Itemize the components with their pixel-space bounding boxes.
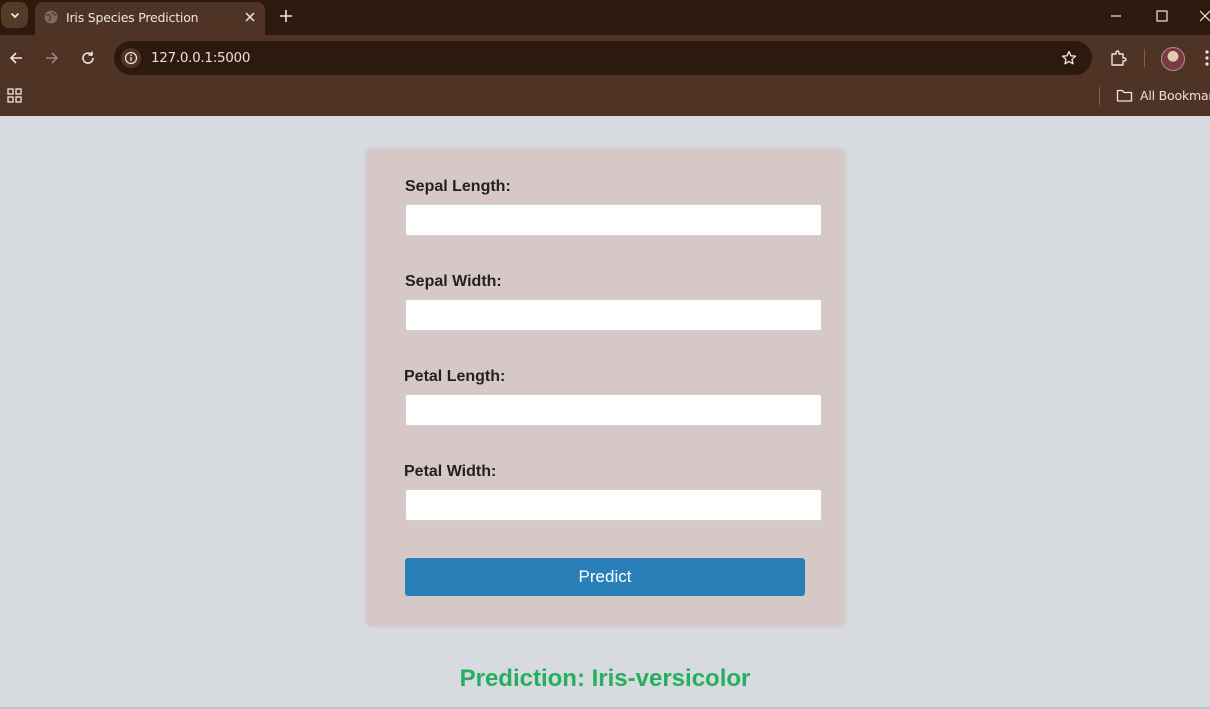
globe-icon (44, 10, 58, 24)
minimize-icon[interactable] (1109, 9, 1123, 23)
forward-icon[interactable] (44, 50, 60, 66)
tab-title: Iris Species Prediction (66, 10, 199, 25)
all-bookmarks-label[interactable]: All Bookmarks (1140, 88, 1210, 103)
browser-toolbar: 127.0.0.1:5000 (0, 35, 1210, 80)
site-info-button[interactable] (121, 48, 141, 68)
info-icon (124, 51, 138, 65)
sepal-length-input[interactable] (405, 204, 822, 236)
close-icon[interactable] (243, 10, 257, 24)
apps-icon[interactable] (7, 88, 22, 103)
new-tab-icon[interactable] (278, 8, 294, 24)
extensions-icon[interactable] (1109, 49, 1127, 67)
menu-icon[interactable] (1204, 50, 1210, 66)
back-icon[interactable] (8, 50, 24, 66)
browser-titlebar: Iris Species Prediction (0, 0, 1210, 35)
petal-length-label: Petal Length: (404, 368, 506, 385)
sepal-length-label: Sepal Length: (405, 178, 511, 195)
address-bar[interactable]: 127.0.0.1:5000 (114, 41, 1092, 75)
window-close-icon[interactable] (1199, 9, 1210, 23)
petal-width-label: Petal Width: (404, 463, 497, 480)
url-text: 127.0.0.1:5000 (151, 50, 251, 66)
sepal-width-input[interactable] (405, 299, 822, 331)
bookmarks-divider (1099, 87, 1100, 105)
sepal-width-label: Sepal Width: (405, 273, 502, 290)
browser-tab[interactable]: Iris Species Prediction (35, 2, 265, 35)
maximize-icon[interactable] (1155, 9, 1169, 23)
star-icon[interactable] (1061, 50, 1077, 66)
chevron-down-icon (10, 12, 19, 19)
predict-button[interactable]: Predict (405, 558, 805, 596)
prediction-result: Prediction: Iris-versicolor (459, 665, 751, 692)
petal-width-input[interactable] (405, 489, 822, 521)
petal-length-input[interactable] (405, 394, 822, 426)
folder-icon[interactable] (1116, 88, 1133, 103)
reload-icon[interactable] (80, 50, 96, 66)
toolbar-divider (1144, 49, 1145, 67)
avatar[interactable] (1161, 47, 1185, 71)
tab-list-button[interactable] (1, 2, 28, 28)
bookmarks-bar: All Bookmarks (0, 80, 1210, 116)
